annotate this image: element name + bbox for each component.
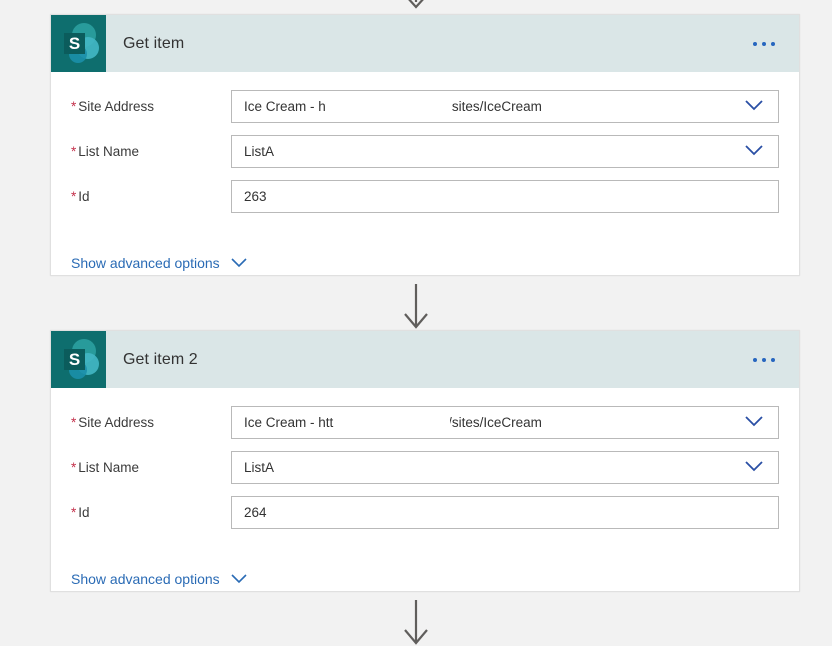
required-asterisk: *	[71, 144, 77, 159]
redacted-region	[334, 409, 450, 437]
show-advanced-options-link[interactable]: Show advanced options	[71, 255, 248, 275]
card-header[interactable]: S Get item 2	[51, 331, 799, 388]
svg-text:S: S	[69, 34, 80, 53]
field-row-list-name: * List Name ListA	[71, 135, 779, 168]
field-label-text: Site Address	[78, 99, 155, 114]
required-asterisk: *	[71, 99, 77, 114]
id-input[interactable]: 263	[231, 180, 779, 213]
chevron-down-icon[interactable]	[744, 143, 764, 161]
field-row-id: * Id 264	[71, 496, 779, 529]
ellipsis-icon[interactable]	[749, 352, 779, 368]
field-label-site-address: * Site Address	[71, 415, 231, 430]
arrow-down-icon	[404, 600, 428, 645]
menu-dot	[762, 357, 766, 362]
menu-dot	[762, 41, 766, 46]
chevron-down-icon[interactable]	[230, 255, 248, 271]
field-label-id: * Id	[71, 189, 231, 204]
field-row-list-name: * List Name ListA	[71, 451, 779, 484]
menu-dot	[771, 41, 775, 46]
field-row-site-address: *Site Address Ice Cream - https:// harep…	[71, 90, 779, 123]
menu-dot	[771, 357, 775, 362]
ellipsis-icon[interactable]	[749, 36, 779, 52]
chevron-down-icon[interactable]	[744, 98, 764, 116]
show-advanced-options-label: Show advanced options	[71, 255, 220, 271]
required-asterisk: *	[71, 189, 77, 204]
site-address-dropdown[interactable]: Ice Cream - https:// harepoint.com/sites…	[231, 406, 779, 439]
sharepoint-icon: S	[51, 331, 106, 388]
show-advanced-options-link[interactable]: Show advanced options	[71, 571, 248, 591]
list-name-dropdown[interactable]: ListA	[231, 451, 779, 484]
chevron-down-icon[interactable]	[744, 459, 764, 477]
required-asterisk: *	[71, 415, 77, 430]
arrow-down-icon	[404, 284, 428, 329]
svg-text:S: S	[69, 350, 80, 369]
menu-dot	[753, 357, 757, 362]
list-name-value: ListA	[244, 144, 275, 159]
card-body: *Site Address Ice Cream - https:// harep…	[51, 72, 799, 239]
flow-card-get-item-2[interactable]: S Get item 2 * Site Address Ice Cream - h…	[50, 330, 800, 592]
list-name-value: ListA	[244, 460, 275, 475]
show-advanced-options-label: Show advanced options	[71, 571, 220, 587]
required-asterisk: *	[71, 460, 77, 475]
field-row-site-address: *Site Address Ice Cream - https:// harep…	[71, 406, 779, 439]
connector-middle	[0, 284, 832, 330]
field-label-text: Site Address	[78, 415, 155, 430]
flow-card-get-item[interactable]: S Get item *Site Address Ice Cream - htt…	[50, 14, 800, 276]
field-row-id: * Id 263	[71, 180, 779, 213]
card-title: Get item 2	[123, 350, 198, 368]
field-label-site-address: * Site Address	[71, 99, 231, 114]
card-header[interactable]: S Get item	[51, 15, 799, 72]
field-label-text: List Name	[78, 144, 140, 159]
sharepoint-icon: S	[51, 15, 106, 72]
id-input[interactable]: 264	[231, 496, 779, 529]
field-label-list-name: * List Name	[71, 460, 231, 475]
card-body: *Site Address Ice Cream - https:// harep…	[51, 388, 799, 555]
field-label-list-name: * List Name	[71, 144, 231, 159]
required-asterisk: *	[71, 505, 77, 520]
menu-dot	[753, 41, 757, 46]
chevron-down-icon[interactable]	[230, 571, 248, 587]
id-value: 263	[244, 189, 267, 204]
site-address-dropdown[interactable]: Ice Cream - https:// harepoint.com/sites…	[231, 90, 779, 123]
connector-bottom	[0, 600, 832, 646]
card-title: Get item	[123, 34, 185, 52]
list-name-dropdown[interactable]: ListA	[231, 135, 779, 168]
field-label-text: List Name	[78, 460, 140, 475]
field-label-text: Id	[78, 505, 90, 520]
id-value: 264	[244, 505, 267, 520]
chevron-down-icon[interactable]	[744, 414, 764, 432]
field-label-text: Id	[78, 189, 90, 204]
redacted-region	[326, 93, 452, 121]
field-label-id: * Id	[71, 505, 231, 520]
